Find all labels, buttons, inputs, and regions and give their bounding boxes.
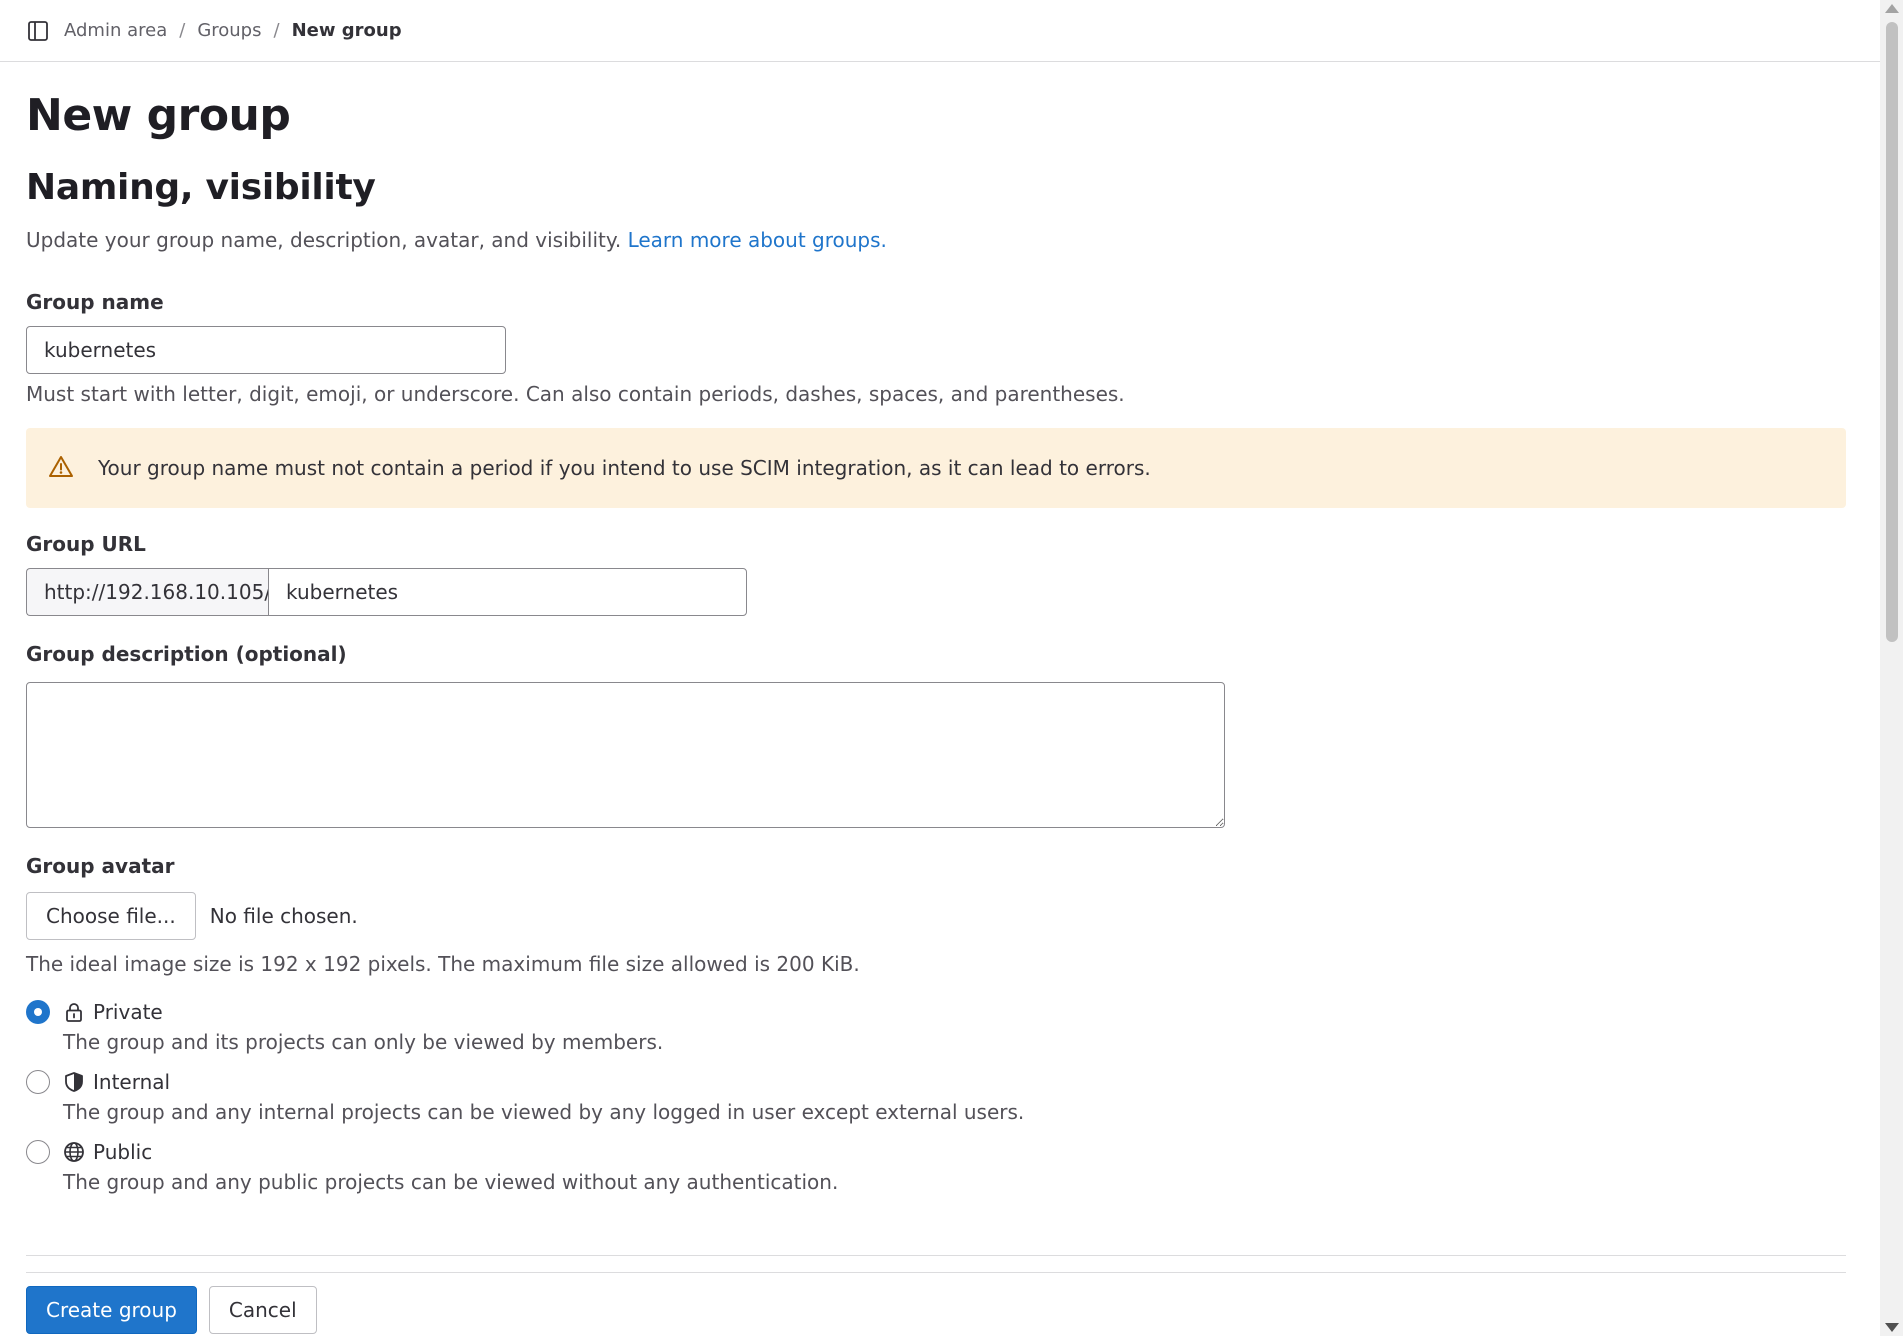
avatar-help: The ideal image size is 192 x 192 pixels… [26, 952, 860, 976]
sidebar-toggle-icon[interactable] [26, 19, 50, 43]
group-name-input[interactable] [26, 326, 506, 374]
group-description-field: Group description (optional) [26, 640, 1846, 828]
footer-divider [26, 1255, 1846, 1273]
visibility-option-public: Public The group and any public projects… [26, 1138, 1846, 1196]
group-url-input-group: http://192.168.10.105/ [26, 568, 747, 616]
form-actions: Create group Cancel [26, 1286, 317, 1334]
group-name-field: Group name Must start with letter, digit… [26, 288, 1846, 408]
breadcrumb-groups[interactable]: Groups [197, 20, 261, 41]
group-url-path-input[interactable] [268, 568, 747, 616]
page: Admin area / Groups / New group New grou… [0, 0, 1903, 1336]
scim-warning-alert: Your group name must not contain a perio… [26, 428, 1846, 508]
section-description: Update your group name, description, ava… [26, 226, 1846, 254]
file-status-text: No file chosen. [209, 904, 358, 928]
group-url-prefix: http://192.168.10.105/ [26, 568, 271, 616]
create-group-button[interactable]: Create group [26, 1286, 197, 1334]
main-content: New group Naming, visibility Update your… [26, 62, 1846, 1208]
visibility-help-public: The group and any public projects can be… [63, 1170, 839, 1194]
choose-file-button[interactable]: Choose file... [26, 892, 196, 940]
lock-icon [63, 1001, 85, 1023]
visibility-help-private: The group and its projects can only be v… [63, 1030, 664, 1054]
learn-more-link[interactable]: Learn more about groups. [628, 228, 887, 252]
warning-icon [48, 454, 76, 482]
top-bar: Admin area / Groups / New group [0, 0, 1880, 62]
visibility-radio-public[interactable] [26, 1140, 50, 1164]
group-name-label: Group name [26, 290, 164, 314]
group-avatar-field: Group avatar Choose file... No file chos… [26, 852, 1846, 978]
scroll-thumb[interactable] [1886, 22, 1898, 642]
visibility-option-private: Private The group and its projects can o… [26, 998, 1846, 1056]
visibility-radio-private[interactable] [26, 1000, 50, 1024]
group-avatar-label: Group avatar [26, 854, 175, 878]
visibility-option-internal: Internal The group and any internal proj… [26, 1068, 1846, 1126]
visibility-options: Private The group and its projects can o… [26, 998, 1846, 1196]
group-description-label: Group description (optional) [26, 642, 347, 666]
visibility-radio-internal[interactable] [26, 1070, 50, 1094]
visibility-label-private[interactable]: Private [93, 1000, 163, 1024]
section-title: Naming, visibility [26, 167, 376, 208]
breadcrumb: Admin area / Groups / New group [64, 20, 402, 41]
avatar-file-row: Choose file... No file chosen. [26, 892, 1846, 940]
breadcrumb-separator: / [273, 20, 280, 41]
scroll-up-arrow-icon[interactable] [1885, 4, 1899, 13]
scroll-down-arrow-icon[interactable] [1885, 1323, 1899, 1332]
group-url-field: Group URL http://192.168.10.105/ [26, 530, 1846, 616]
shield-icon [63, 1071, 85, 1093]
group-url-label: Group URL [26, 532, 146, 556]
visibility-help-internal: The group and any internal projects can … [63, 1100, 1025, 1124]
section-description-text: Update your group name, description, ava… [26, 228, 622, 252]
breadcrumb-current: New group [291, 20, 402, 41]
visibility-label-internal[interactable]: Internal [93, 1070, 170, 1094]
page-scrollbar[interactable] [1880, 0, 1903, 1336]
group-name-help: Must start with letter, digit, emoji, or… [26, 382, 1125, 406]
page-title: New group [26, 90, 291, 141]
group-description-textarea[interactable] [26, 682, 1225, 828]
scim-warning-text: Your group name must not contain a perio… [98, 456, 1151, 480]
breadcrumb-admin-area[interactable]: Admin area [64, 20, 167, 41]
cancel-button[interactable]: Cancel [208, 1286, 317, 1334]
globe-icon [63, 1141, 85, 1163]
visibility-label-public[interactable]: Public [93, 1140, 152, 1164]
breadcrumb-separator: / [179, 20, 186, 41]
